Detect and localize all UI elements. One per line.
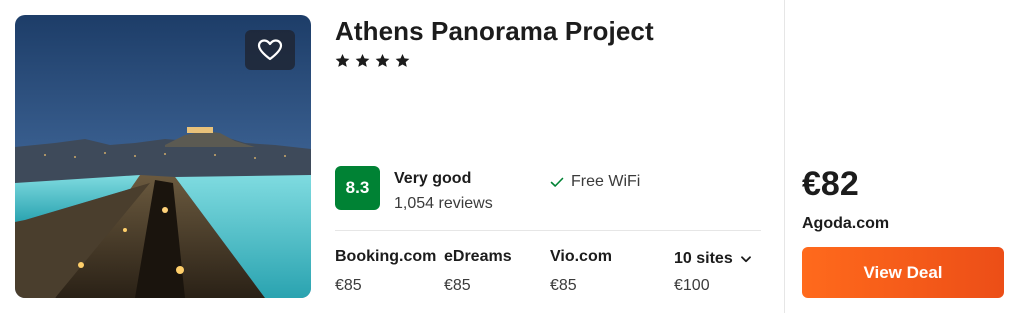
amenity-label: Free WiFi xyxy=(571,173,641,190)
star-rating xyxy=(335,53,410,68)
hotel-name[interactable]: Athens Panorama Project xyxy=(335,16,654,47)
more-sites-label: 10 sites xyxy=(674,250,751,268)
site-price: €85 xyxy=(335,277,362,294)
site-price: €85 xyxy=(550,277,577,294)
view-deal-button[interactable]: View Deal xyxy=(802,247,1004,298)
site-price-booking[interactable]: Booking.com €85 xyxy=(335,248,436,295)
rating-label: Very good xyxy=(394,170,472,187)
site-price: €100 xyxy=(674,277,710,294)
site-price: €85 xyxy=(444,277,471,294)
more-sites-text: 10 sites xyxy=(674,250,733,267)
star-icon xyxy=(335,53,350,67)
star-icon xyxy=(395,53,410,67)
favorite-button[interactable] xyxy=(245,30,295,70)
star-icon xyxy=(355,53,370,67)
review-count[interactable]: 1,054 reviews xyxy=(394,195,493,213)
column-divider xyxy=(784,0,785,313)
more-sites-dropdown[interactable]: 10 sites €100 xyxy=(674,248,751,295)
amenity-free-wifi: Free WiFi xyxy=(549,173,640,191)
heart-icon xyxy=(257,39,283,61)
site-name: eDreams xyxy=(444,248,512,265)
rating-score-badge: 8.3 xyxy=(335,166,380,210)
divider xyxy=(335,230,761,231)
chevron-down-icon xyxy=(740,255,751,262)
site-price-vio[interactable]: Vio.com €85 xyxy=(550,248,612,295)
check-icon xyxy=(550,177,564,187)
star-icon xyxy=(375,53,390,67)
hotel-result-card: Athens Panorama Project 8.3 Very good 1,… xyxy=(0,0,1024,313)
site-name: Vio.com xyxy=(550,248,612,265)
best-price: €82 xyxy=(802,165,859,203)
hotel-photo[interactable] xyxy=(15,15,311,298)
site-name: Booking.com xyxy=(335,248,437,265)
deal-provider: Agoda.com xyxy=(802,215,890,232)
site-price-edreams[interactable]: eDreams €85 xyxy=(444,248,512,295)
